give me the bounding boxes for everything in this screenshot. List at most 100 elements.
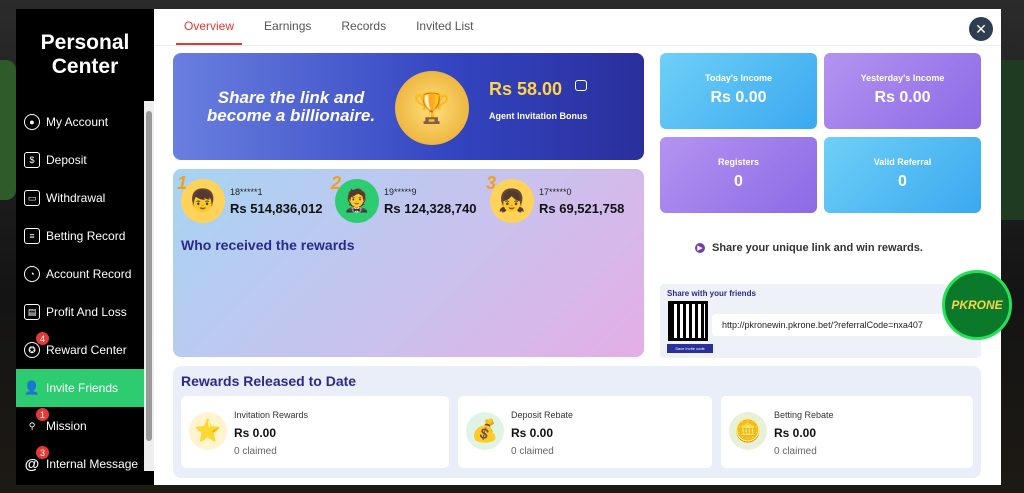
reward-claimed: 0 claimed xyxy=(511,446,554,457)
winner-amount: Rs 69,521,758 xyxy=(539,200,625,216)
invitation-rewards-card: ⭐ Invitation Rewards Rs 0.00 0 claimed xyxy=(181,396,449,468)
rank-number: 1 xyxy=(177,173,188,193)
deposit-rebate-card: 💰 Deposit Rebate Rs 0.00 0 claimed xyxy=(458,396,712,468)
account-icon: ● xyxy=(24,114,40,130)
background-decoration-left xyxy=(0,60,16,200)
sidebar-item-withdrawal[interactable]: ▭ Withdrawal xyxy=(16,179,154,217)
sidebar-item-betting-record[interactable]: ≡ Betting Record xyxy=(16,217,154,255)
bonus-label: Agent Invitation Bonus xyxy=(489,111,588,121)
winner-entry: 3 👧 17*****0 Rs 69,521,758 xyxy=(486,173,625,223)
sidebar-item-label: Reward Center xyxy=(46,343,127,357)
sidebar-item-label: Account Record xyxy=(46,267,132,281)
sidebar-item-invite-friends[interactable]: 👤 Invite Friends xyxy=(16,369,154,407)
at-sign-icon: @ xyxy=(24,455,40,473)
banner-slogan: Share the link and become a billionaire. xyxy=(201,89,381,125)
winner-amount: Rs 124,328,740 xyxy=(384,200,477,216)
slogan-line2: become a billionaire. xyxy=(206,106,376,125)
share-tagline-text: Share your unique link and win rewards. xyxy=(712,242,923,254)
notification-badge: 4 xyxy=(36,332,49,345)
stat-value: 0 xyxy=(734,173,743,190)
sidebar-item-reward-center[interactable]: ✪ 4 Reward Center xyxy=(16,331,154,369)
invite-friends-panel: Overview Earnings Records Invited List ✕… xyxy=(154,9,1012,485)
pkrone-logo[interactable]: PKRONE xyxy=(942,270,1012,340)
stat-value: Rs 0.00 xyxy=(710,89,767,106)
betting-rebate-card: 🪙 Betting Rebate Rs 0.00 0 claimed xyxy=(721,396,973,468)
reward-value: Rs 0.00 xyxy=(774,426,817,440)
sidebar-title-line1: Personal xyxy=(40,31,130,54)
share-tagline: ▶ Share your unique link and win rewards… xyxy=(695,242,923,254)
sidebar-item-internal-message[interactable]: @ 3 Internal Message xyxy=(16,445,154,483)
reward-center-icon: ✪ xyxy=(24,342,40,358)
avatar: 3 👧 xyxy=(486,173,534,223)
bonus-amount: Rs 58.00 xyxy=(489,79,563,99)
winner-amount: Rs 514,836,012 xyxy=(230,200,323,216)
mission-icon: ⚲ xyxy=(28,420,36,431)
sidebar-title: Personal Center xyxy=(16,9,154,103)
share-heading: Share with your friends xyxy=(667,289,756,298)
money-bag-icon: 💰 xyxy=(466,412,504,450)
scrollbar-thumb[interactable] xyxy=(146,111,152,441)
reward-claimed: 0 claimed xyxy=(774,446,817,457)
sidebar-item-profit-and-loss[interactable]: ▤ Profit And Loss xyxy=(16,293,154,331)
winners-title: Who received the rewards xyxy=(181,237,355,253)
winner-entry: 2 🤵 19*****9 Rs 124,328,740 xyxy=(331,173,477,223)
reward-claimed: 0 claimed xyxy=(234,446,277,457)
share-box: Share with your friends Save Invite code… xyxy=(660,284,981,358)
sidebar-item-label: Withdrawal xyxy=(46,191,106,205)
personal-center-sidebar: Personal Center ● My Account $ Deposit ▭… xyxy=(16,9,154,485)
referral-link-field[interactable]: http://pkronewin.pkrone.bet/?referralCod… xyxy=(712,314,981,336)
sidebar-scrollbar[interactable] xyxy=(144,101,154,471)
rewards-released-section: Rewards Released to Date ⭐ Invitation Re… xyxy=(173,366,981,478)
tab-records[interactable]: Records xyxy=(333,9,394,45)
sidebar-item-label: Invite Friends xyxy=(46,381,119,395)
tab-bar: Overview Earnings Records Invited List xyxy=(176,9,495,45)
background-decoration-right xyxy=(1000,60,1024,220)
tab-overview[interactable]: Overview xyxy=(176,9,243,45)
sidebar-item-my-account[interactable]: ● My Account xyxy=(16,103,154,141)
reward-value: Rs 0.00 xyxy=(511,426,554,440)
registers-card: Registers 0 xyxy=(660,137,817,213)
reward-value: Rs 0.00 xyxy=(234,426,277,440)
reward-winners-card: 1 👦 18*****1 Rs 514,836,012 2 🤵 19*****9 R… xyxy=(173,169,644,357)
close-button[interactable]: ✕ xyxy=(969,17,993,41)
avatar: 2 🤵 xyxy=(331,173,379,223)
sidebar-item-label: Betting Record xyxy=(46,229,126,243)
slogan-line1: Share the link and xyxy=(217,88,365,107)
sidebar-title-line2: Center xyxy=(51,55,119,78)
stat-value: 0 xyxy=(898,173,907,190)
trophy-icon: 🏆 xyxy=(395,71,469,145)
save-invite-code-button[interactable]: Save Invite code xyxy=(667,344,713,353)
yesterday-income-card: Yesterday's Income Rs 0.00 xyxy=(824,53,981,129)
reward-label: Deposit Rebate xyxy=(511,410,574,420)
sidebar-item-deposit[interactable]: $ Deposit xyxy=(16,141,154,179)
valid-referral-card: Valid Referral 0 xyxy=(824,137,981,213)
sidebar-item-label: Profit And Loss xyxy=(46,305,127,319)
today-income-card: Today's Income Rs 0.00 xyxy=(660,53,817,129)
sidebar-item-account-record[interactable]: ◔ Account Record xyxy=(16,255,154,293)
reward-label: Invitation Rewards xyxy=(234,410,309,420)
withdrawal-icon: ▭ xyxy=(24,190,40,206)
reward-label: Betting Rebate xyxy=(774,410,834,420)
tab-earnings[interactable]: Earnings xyxy=(256,9,319,45)
message-icon[interactable] xyxy=(575,80,587,91)
sidebar-item-label: Deposit xyxy=(46,153,87,167)
notification-badge: 1 xyxy=(36,408,49,421)
stat-label: Valid Referral xyxy=(873,157,932,167)
play-icon: ▶ xyxy=(695,243,705,253)
winner-id: 18*****1 xyxy=(230,186,263,197)
stat-value: Rs 0.00 xyxy=(874,89,931,106)
rank-number: 3 xyxy=(486,173,497,193)
close-icon: ✕ xyxy=(975,20,987,37)
winner-entry: 1 👦 18*****1 Rs 514,836,012 xyxy=(177,173,323,223)
stat-label: Registers xyxy=(717,157,760,167)
invite-banner: Share the link and become a billionaire.… xyxy=(173,53,644,160)
winner-id: 19*****9 xyxy=(384,186,417,197)
released-title: Rewards Released to Date xyxy=(181,373,357,389)
sidebar-item-mission[interactable]: ⚲ 1 Mission xyxy=(16,407,154,445)
tab-invited-list[interactable]: Invited List xyxy=(408,9,481,45)
avatar: 1 👦 xyxy=(177,173,225,223)
winner-id: 17*****0 xyxy=(539,186,572,197)
tab-divider xyxy=(154,45,1001,46)
coins-icon: 🪙 xyxy=(729,412,767,450)
sidebar-item-label: Internal Message xyxy=(46,457,139,471)
